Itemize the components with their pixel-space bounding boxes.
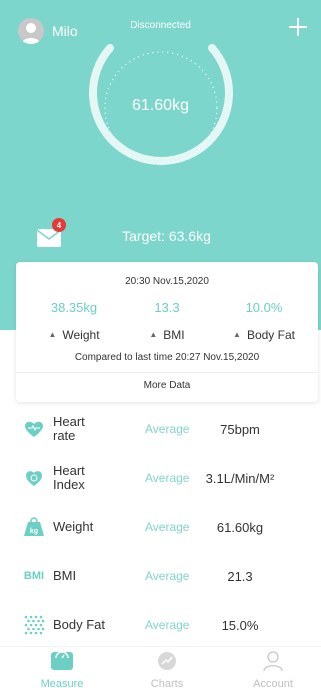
tab-measure-label: Measure — [40, 678, 84, 688]
measurement-date: 20:30 Nov.15,2020 — [125, 276, 209, 287]
body-fat-change-value: 10.0% — [245, 300, 283, 315]
divider — [16, 372, 318, 373]
list-item-label: Body Fat — [53, 617, 106, 632]
list-item-value: 61.60kg — [216, 519, 264, 535]
up-arrow-icon: ▲ — [48, 330, 57, 339]
measurement-card: 20:30 Nov.15,2020 38.35kg 13.3 10.0% ▲ We… — [16, 262, 318, 402]
list-item-label: Weight — [53, 519, 94, 534]
body-fat-change: ▲ Body Fat — [214, 328, 314, 342]
tab-account-label: Account — [253, 678, 293, 688]
heart-icon — [22, 417, 46, 441]
tab-charts[interactable]: Charts — [127, 651, 207, 688]
svg-text:kg: kg — [30, 528, 38, 535]
person-icon — [263, 651, 283, 672]
list-item-weight[interactable]: kg Weight Average 61.60kg — [0, 503, 321, 551]
weight-change-label: Weight — [62, 328, 100, 342]
list-item-label: BMI — [53, 568, 77, 583]
add-button[interactable] — [285, 14, 311, 40]
tab-account[interactable]: Account — [233, 651, 313, 688]
list-item-bmi[interactable]: BMI BMI Average 21.3 — [0, 552, 321, 600]
list-item-value: 15.0% — [221, 617, 259, 633]
scale-icon — [51, 651, 73, 670]
target-weight: Target: 63.6kg — [122, 228, 211, 244]
more-data-button[interactable]: More Data — [16, 380, 318, 391]
chart-icon — [158, 652, 176, 670]
list-item-status: Average — [145, 422, 190, 436]
bmi-change: ▲ BMI — [117, 328, 217, 342]
list-item-status: Average — [145, 471, 190, 485]
list-item-heart-index[interactable]: Heart Index Average 3.1L/Min/M² — [0, 454, 321, 502]
body-fat-change-label: Body Fat — [246, 328, 295, 342]
current-weight: 61.60kg — [132, 97, 189, 114]
bmi-icon: BMI — [23, 570, 45, 582]
list-item-status: Average — [145, 618, 190, 632]
heart-index-icon — [22, 466, 46, 490]
list-item-body-fat[interactable]: Body Fat Average 15.0% — [0, 601, 321, 649]
bmi-change-value: 13.3 — [154, 300, 180, 315]
weight-icon: kg — [22, 515, 46, 539]
body-fat-icon — [22, 613, 46, 637]
comparison-text: Compared to last time 20:27 Nov.15,2020 — [74, 352, 260, 363]
tab-measure[interactable]: Measure — [22, 651, 102, 688]
list-item-value: 75bpm — [220, 421, 260, 437]
bmi-change-label: BMI — [163, 328, 185, 342]
bottom-nav: Measure Charts Account — [0, 646, 321, 688]
list-item-status: Average — [145, 569, 190, 583]
up-arrow-icon: ▲ — [233, 330, 241, 339]
list-item-status: Average — [145, 520, 190, 534]
up-arrow-icon: ▲ — [149, 330, 158, 339]
list-item-value: 21.3 — [227, 568, 253, 584]
tab-charts-label: Charts — [150, 678, 184, 688]
weight-change-value: 38.35kg — [50, 300, 98, 315]
list-item-label: Heart rate — [53, 414, 85, 443]
list-item-heart-rate[interactable]: Heart rate Average 75bpm — [0, 405, 321, 453]
plus-icon — [289, 18, 307, 36]
weight-change: ▲ Weight — [24, 328, 124, 342]
list-item-label: Heart Index — [53, 463, 85, 492]
list-item-value: 3.1L/Min/M² — [205, 470, 275, 486]
